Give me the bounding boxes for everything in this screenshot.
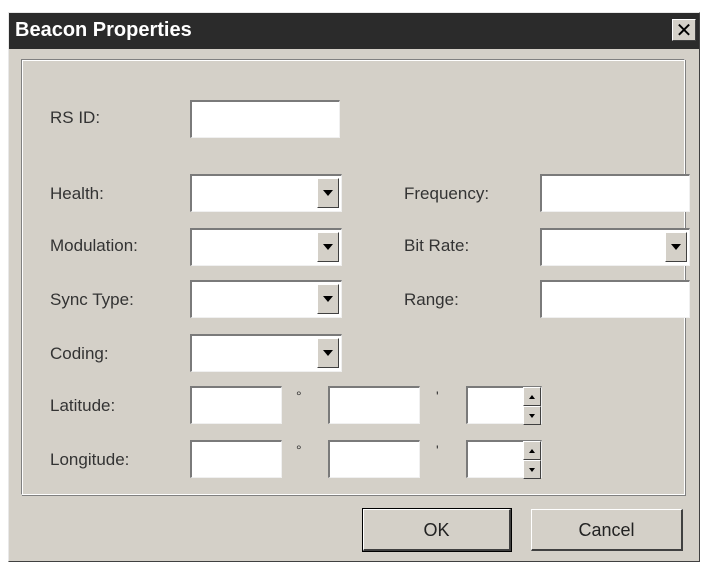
health-dropdown-button[interactable] (317, 178, 339, 208)
spin-down-button[interactable] (523, 406, 541, 425)
arrow-down-icon (529, 413, 535, 418)
sync-type-select[interactable] (190, 280, 342, 318)
coding-label: Coding: (50, 344, 109, 363)
dialog-title: Beacon Properties (15, 19, 192, 41)
close-icon[interactable]: ✕ (672, 19, 696, 41)
properties-group: RS ID: Health: Modulation: Sync Type: Co… (21, 59, 690, 495)
spin-up-button[interactable] (523, 387, 541, 406)
arrow-up-icon (529, 448, 535, 453)
spinner-arrows-icon[interactable] (523, 441, 541, 479)
modulation-dropdown-button[interactable] (317, 232, 339, 262)
longitude-seconds-spinner[interactable] (466, 440, 542, 479)
chevron-down-icon (323, 190, 333, 196)
latitude-minutes-input[interactable] (328, 386, 420, 424)
modulation-label: Modulation: (50, 236, 138, 255)
modulation-select[interactable] (190, 228, 342, 266)
longitude-label: Longitude: (50, 450, 130, 469)
latitude-degrees-input[interactable] (190, 386, 282, 424)
degree-symbol: ° (296, 442, 302, 458)
longitude-minutes-input[interactable] (328, 440, 420, 478)
sync-type-label: Sync Type: (50, 290, 134, 309)
degree-symbol: ° (296, 388, 302, 404)
spinner-arrows-icon[interactable] (523, 387, 541, 425)
latitude-label: Latitude: (50, 396, 116, 415)
bit-rate-dropdown-button[interactable] (665, 232, 687, 262)
minute-symbol: ' (436, 388, 439, 404)
spin-down-button[interactable] (523, 460, 541, 479)
arrow-up-icon (529, 394, 535, 399)
minute-symbol: ' (436, 442, 439, 458)
chevron-down-icon (323, 244, 333, 250)
rs-id-input[interactable] (190, 100, 340, 138)
chevron-down-icon (323, 350, 333, 356)
chevron-down-icon (671, 244, 681, 250)
health-select[interactable] (190, 174, 342, 212)
coding-dropdown-button[interactable] (317, 338, 339, 368)
longitude-degrees-input[interactable] (190, 440, 282, 478)
latitude-seconds-spinner[interactable] (466, 386, 542, 425)
range-label: Range: (404, 290, 459, 309)
range-input[interactable] (540, 280, 690, 318)
bit-rate-label: Bit Rate: (404, 236, 470, 255)
frequency-input[interactable] (540, 174, 690, 212)
title-bar[interactable]: Beacon Properties ✕ (9, 13, 699, 49)
spin-up-button[interactable] (523, 441, 541, 460)
chevron-down-icon (323, 296, 333, 302)
ok-button[interactable]: OK (362, 508, 512, 552)
health-label: Health: (50, 184, 104, 203)
rs-id-label: RS ID: (50, 108, 101, 127)
cancel-button[interactable]: Cancel (531, 509, 683, 551)
frequency-label: Frequency: (404, 184, 490, 203)
sync-type-dropdown-button[interactable] (317, 284, 339, 314)
beacon-properties-dialog: Beacon Properties ✕ RS ID: Health: Modul… (8, 12, 700, 562)
coding-select[interactable] (190, 334, 342, 372)
bit-rate-select[interactable] (540, 228, 690, 266)
arrow-down-icon (529, 467, 535, 472)
